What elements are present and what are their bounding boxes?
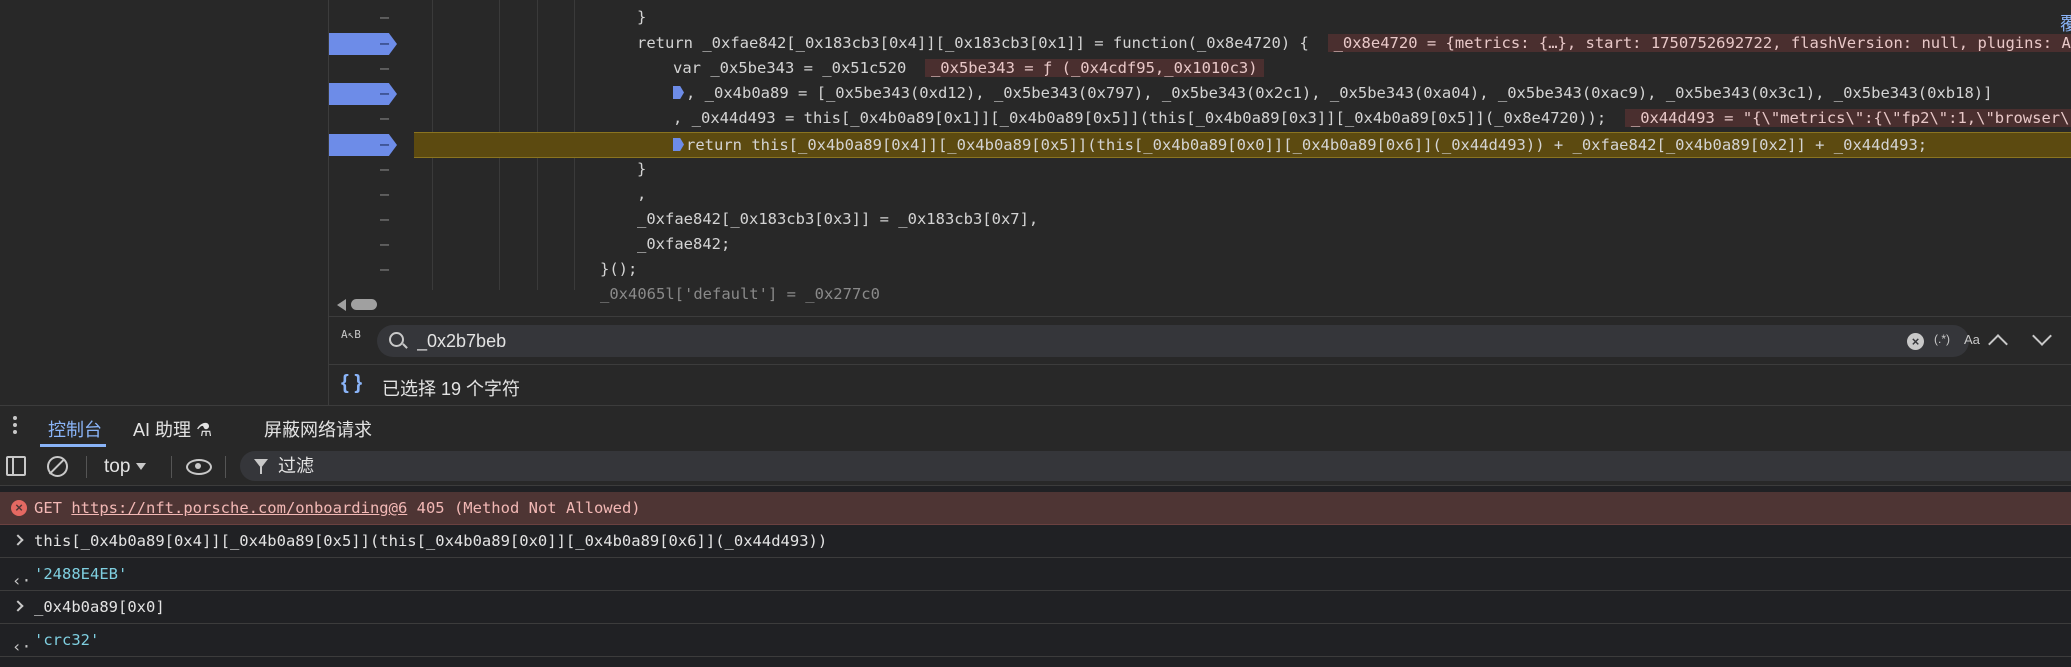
- inline-value-annotation[interactable]: _0x5be343 = ƒ (_0x4cdf95,_0x1010c3): [924, 59, 1264, 77]
- context-label: top: [104, 456, 131, 477]
- result-arrow-icon: ‹·: [12, 637, 32, 656]
- clear-console-icon[interactable]: [47, 456, 68, 477]
- replace-toggle-icon[interactable]: A↖B: [341, 329, 361, 340]
- match-case-button[interactable]: Aa: [1964, 332, 1980, 347]
- gutter-line[interactable]: –: [329, 157, 414, 182]
- code-line: return _0xfae842[_0x183cb3[0x4]][_0x183c…: [637, 31, 2071, 56]
- console-input-text: this[_0x4b0a89[0x4]][_0x4b0a89[0x5]](thi…: [34, 532, 828, 550]
- coverage-link[interactable]: 覆: [2060, 10, 2071, 36]
- filter-input[interactable]: [278, 451, 878, 481]
- code-text: return this[_0x4b0a89[0x4]][_0x4b0a89[0x…: [686, 136, 1928, 154]
- code-line: var _0x5be343 = _0x51c520 _0x5be343 = ƒ …: [673, 56, 2071, 81]
- console-input-entry[interactable]: _0x4b0a89[0x0]: [0, 591, 2071, 624]
- code-line: }: [637, 160, 647, 178]
- code-line: , _0x4b0a89 = [_0x5be343(0xd12), _0x5be3…: [673, 81, 2071, 106]
- console-toolbar: top: [0, 448, 2071, 486]
- search-bar: A↖B × (.*) Aa: [329, 316, 2071, 365]
- execution-pointer-icon[interactable]: [673, 138, 684, 151]
- response-status: 405 (Method Not Allowed): [416, 499, 641, 517]
- gutter-line[interactable]: –: [329, 106, 414, 131]
- regex-toggle-button[interactable]: (.*): [1934, 332, 1950, 346]
- live-expression-eye-icon[interactable]: [186, 459, 212, 475]
- gutter-line[interactable]: –: [329, 56, 414, 81]
- search-input[interactable]: [417, 325, 1817, 357]
- gutter-line[interactable]: –: [329, 232, 414, 257]
- search-field[interactable]: × (.*) Aa: [377, 325, 1980, 357]
- code-area[interactable]: } return _0xfae842[_0x183cb3[0x4]][_0x18…: [414, 0, 2071, 316]
- gutter-line[interactable]: –: [329, 182, 414, 207]
- scroll-thumb[interactable]: [351, 299, 377, 310]
- console-sidebar-icon[interactable]: [6, 456, 26, 476]
- tab-ai-assistant[interactable]: AI 助理 ⚗: [133, 416, 212, 442]
- console-output-text: '2488E4EB': [34, 565, 128, 583]
- editor-status-bar: { } 已选择 19 个字符: [329, 364, 2071, 406]
- code-text: , _0x4b0a89 = [_0x5be343(0xd12), _0x5be3…: [686, 84, 1993, 102]
- filter-icon: [254, 459, 268, 474]
- console-input-text: _0x4b0a89[0x0]: [34, 598, 165, 616]
- gutter-line[interactable]: –: [329, 207, 414, 232]
- inline-value-annotation[interactable]: _0x8e4720 = {metrics: {…}, start: 175075…: [1327, 34, 2071, 52]
- code-line: _0xfae842[_0x183cb3[0x3]] = _0x183cb3[0x…: [637, 210, 1039, 228]
- expand-arrow-icon[interactable]: [12, 600, 24, 612]
- search-icon: [389, 332, 404, 347]
- expand-arrow-icon[interactable]: [12, 534, 24, 546]
- code-text: , _0x44d493 = this[_0x4b0a89[0x1]][_0x4b…: [673, 109, 1607, 127]
- previous-match-icon[interactable]: [1988, 334, 2008, 354]
- console-input-entry[interactable]: this[_0x4b0a89[0x4]][_0x4b0a89[0x5]](thi…: [0, 525, 2071, 558]
- context-selector[interactable]: top: [104, 456, 147, 478]
- source-editor[interactable]: – – – – – – – – – – – } return _0xfae842…: [329, 0, 2071, 316]
- breakpoint-marker[interactable]: –: [329, 81, 414, 106]
- pretty-print-icon[interactable]: { }: [341, 372, 362, 395]
- error-icon: ×: [11, 500, 27, 516]
- code-line: _0xfae842;: [637, 235, 731, 253]
- active-tab-indicator: [40, 444, 106, 447]
- inline-value-annotation[interactable]: _0x44d493 = "{\"metrics\":{\"fp2\":1,\"b…: [1624, 109, 2071, 127]
- filter-field[interactable]: [240, 451, 2071, 481]
- breakpoint-marker[interactable]: –: [329, 132, 414, 157]
- console-output-entry[interactable]: ‹· 'crc32': [0, 624, 2071, 657]
- line-gutter[interactable]: – – – – – – – – – – –: [329, 0, 414, 316]
- code-line: }();: [600, 260, 638, 278]
- console-error-message[interactable]: × GET https://nft.porsche.com/onboarding…: [0, 492, 2071, 525]
- gutter-line[interactable]: –: [329, 5, 414, 30]
- console-messages[interactable]: × GET https://nft.porsche.com/onboarding…: [0, 486, 2071, 667]
- gutter-line[interactable]: –: [329, 257, 414, 282]
- clear-search-icon[interactable]: ×: [1907, 333, 1924, 350]
- console-output-text: 'crc32': [34, 631, 100, 649]
- inline-breakpoint-icon[interactable]: [673, 86, 684, 99]
- code-line: ,: [637, 185, 647, 203]
- navigator-pane: [0, 0, 329, 405]
- tab-network-request-blocking[interactable]: 屏蔽网络请求: [264, 416, 372, 442]
- horizontal-scrollbar[interactable]: [329, 297, 2071, 313]
- code-line: }: [637, 8, 647, 26]
- console-output-entry[interactable]: ‹· '2488E4EB': [0, 558, 2071, 591]
- request-url-link[interactable]: https://nft.porsche.com/onboarding@6: [71, 499, 407, 517]
- next-match-icon[interactable]: [2032, 326, 2052, 346]
- drawer-tabbar: 控制台 AI 助理 ⚗ 屏蔽网络请求: [0, 405, 2071, 449]
- tab-console[interactable]: 控制台: [48, 416, 102, 442]
- code-line: , _0x44d493 = this[_0x4b0a89[0x1]][_0x4b…: [673, 106, 2071, 131]
- request-method: GET: [34, 499, 62, 517]
- selection-status: 已选择 19 个字符: [382, 379, 521, 399]
- code-text: return _0xfae842[_0x183cb3[0x4]][_0x183c…: [637, 34, 1309, 52]
- paused-execution-line: return this[_0x4b0a89[0x4]][_0x4b0a89[0x…: [414, 132, 2071, 158]
- more-tools-icon[interactable]: [13, 416, 17, 437]
- scroll-left-icon[interactable]: [337, 299, 346, 311]
- chevron-down-icon: [136, 463, 147, 470]
- breakpoint-marker[interactable]: –: [329, 31, 414, 56]
- code-text: var _0x5be343 = _0x51c520: [673, 59, 907, 77]
